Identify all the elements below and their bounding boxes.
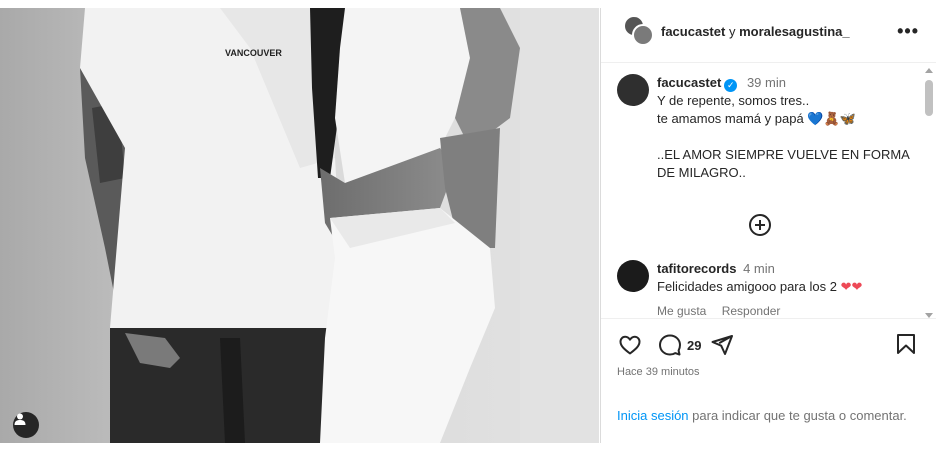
comment-emojis: ❤❤: [840, 279, 863, 294]
avatar[interactable]: [617, 260, 649, 292]
avatar[interactable]: [632, 24, 654, 46]
verified-badge-icon: ✓: [724, 79, 738, 92]
post-modal: VANCOUVER facucastet y moralesagustina_ …: [0, 0, 936, 451]
comment-icon[interactable]: [657, 332, 683, 358]
collab-avatars[interactable]: [623, 15, 655, 47]
caption-line-1: Y de repente, somos tres..: [657, 93, 810, 108]
heart-icon[interactable]: [617, 332, 643, 358]
more-options-icon[interactable]: •••: [897, 21, 919, 42]
post-actions: 29: [617, 332, 735, 358]
avatar[interactable]: [617, 74, 649, 106]
actions-divider: [601, 318, 936, 319]
post-authors: facucastet y moralesagustina_: [661, 24, 850, 39]
coauthor-username[interactable]: moralesagustina_: [739, 24, 850, 39]
post-details-panel: facucastet y moralesagustina_ ••• facuca…: [600, 8, 936, 443]
comment-meta: Me gusta Responder: [657, 302, 919, 318]
scroll-up-arrow-icon[interactable]: [925, 68, 933, 73]
bookmark-icon[interactable]: [894, 332, 920, 358]
caption-line-2-text: te amamos mamá y papá: [657, 111, 804, 126]
comment-text: Felicidades amigooo para los 2: [657, 279, 837, 294]
author-username[interactable]: facucastet: [661, 24, 725, 39]
login-link[interactable]: Inicia sesión: [617, 408, 689, 423]
login-prompt-text: para indicar que te gusta o comentar.: [688, 408, 907, 423]
comment-count: 29: [687, 337, 702, 353]
caption-emojis: 💙🧸🦋: [807, 111, 856, 126]
shirt-text: VANCOUVER: [225, 48, 282, 58]
caption-line-2: te amamos mamá y papá 💙🧸🦋: [657, 110, 919, 128]
photo-illustration: VANCOUVER: [0, 8, 599, 443]
caption-username[interactable]: facucastet: [657, 75, 721, 90]
scrollbar-thumb[interactable]: [925, 80, 933, 116]
comments-list[interactable]: facucastet ✓ 39 min Y de repente, somos t…: [601, 64, 936, 318]
post-header: facucastet y moralesagustina_ •••: [601, 8, 936, 63]
login-prompt: Inicia sesión para indicar que te gusta …: [617, 406, 917, 425]
post-timestamp[interactable]: Hace 39 minutos: [617, 366, 700, 378]
comment-text-row: Felicidades amigooo para los 2 ❤❤: [657, 278, 919, 296]
caption-line-3: ..EL AMOR SIEMPRE VUELVE EN FORMA DE MIL…: [657, 147, 910, 180]
share-icon[interactable]: [709, 332, 735, 358]
post-photo[interactable]: VANCOUVER: [0, 8, 599, 443]
authors-connector: y: [728, 24, 736, 39]
caption-time[interactable]: 39 min: [747, 75, 786, 90]
person-icon: [14, 413, 26, 425]
comment-like-button[interactable]: Me gusta: [657, 304, 706, 318]
plus-circle-icon[interactable]: [749, 214, 771, 236]
comment-body: tafitorecords 4 min Felicidades amigooo …: [657, 260, 919, 318]
user-tag-button[interactable]: [13, 412, 39, 438]
comment-username[interactable]: tafitorecords: [657, 261, 736, 276]
caption-body: facucastet ✓ 39 min Y de repente, somos t…: [657, 74, 919, 182]
comment-time[interactable]: 4 min: [743, 261, 775, 276]
comment-reply-button[interactable]: Responder: [722, 304, 781, 318]
comments-scrollbar[interactable]: [924, 68, 934, 318]
